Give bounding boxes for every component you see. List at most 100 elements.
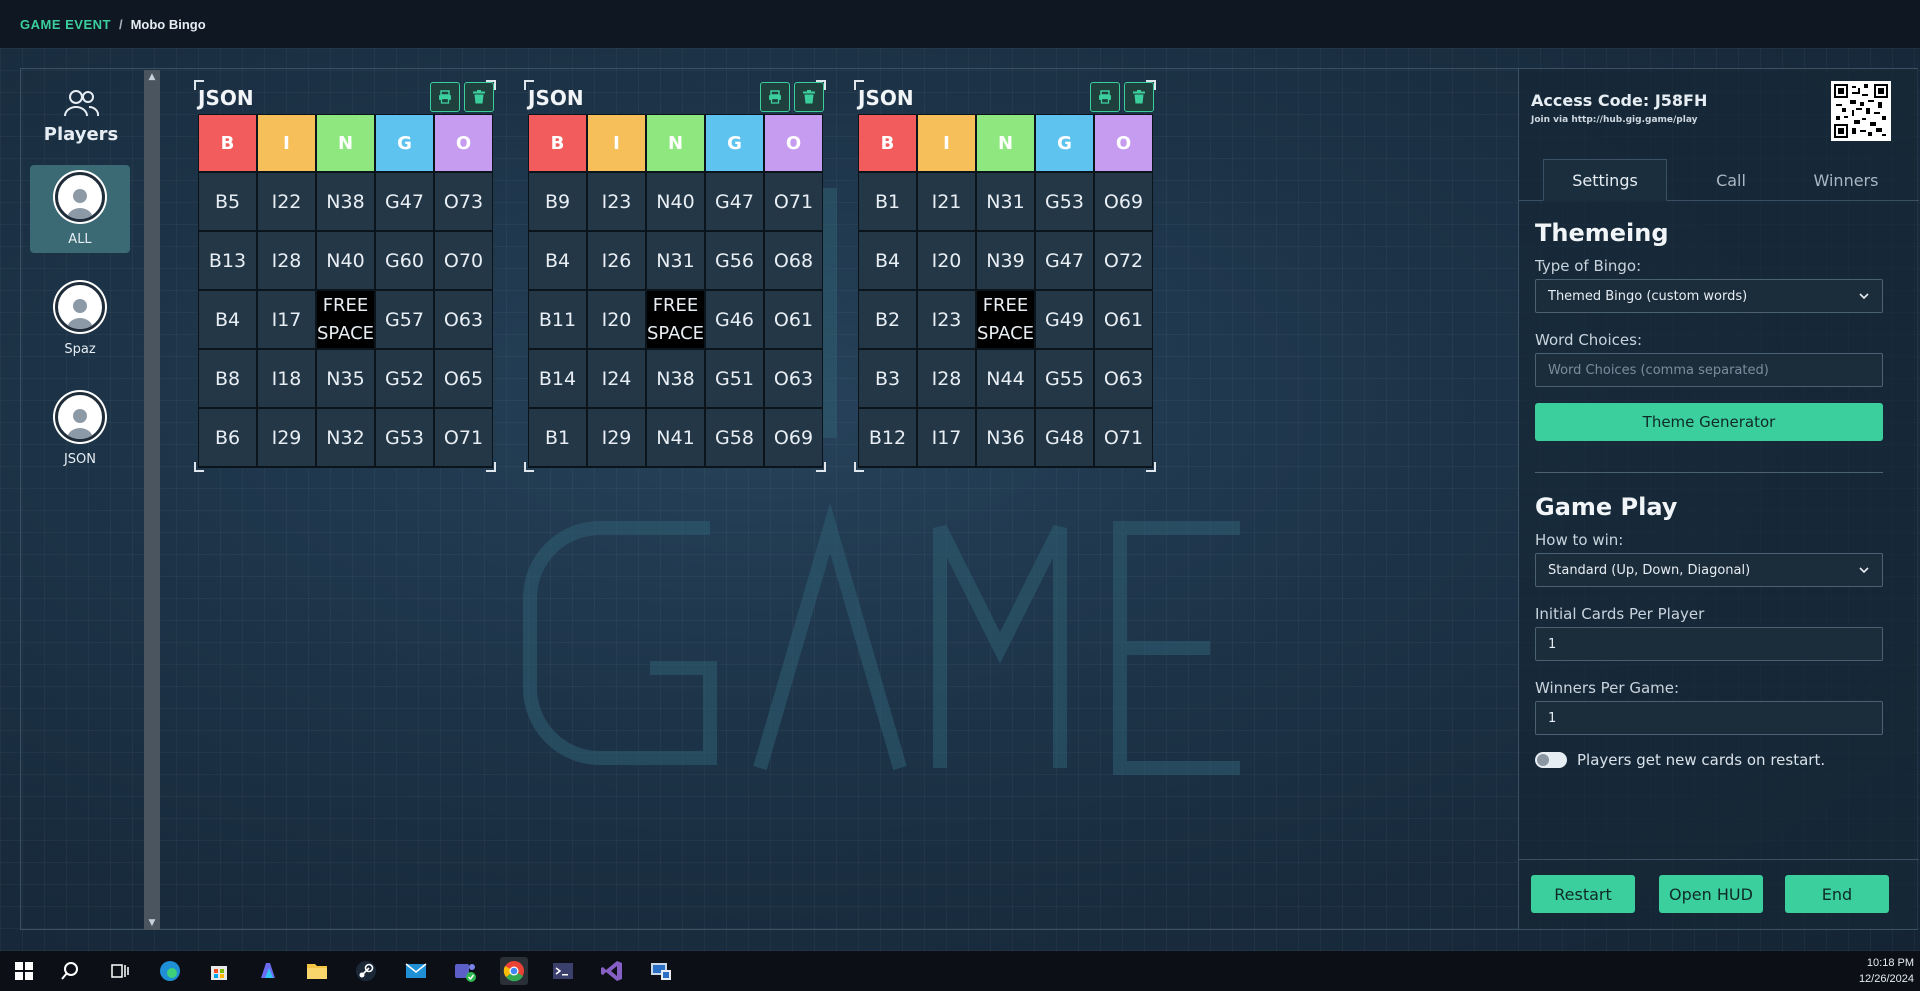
bingo-cell[interactable]: O72 <box>1094 231 1153 290</box>
scroll-down-arrow-icon[interactable]: ▼ <box>147 918 157 928</box>
bingo-cell[interactable]: G56 <box>705 231 764 290</box>
terminal-icon[interactable] <box>549 957 577 985</box>
bingo-cell[interactable]: I20 <box>587 290 646 349</box>
how-to-win-select[interactable]: Standard (Up, Down, Diagonal) <box>1535 553 1883 587</box>
bingo-cell[interactable]: B9 <box>528 172 587 231</box>
bingo-cell[interactable]: I29 <box>257 408 316 467</box>
bingo-cell[interactable]: G60 <box>375 231 434 290</box>
bingo-cell[interactable]: N31 <box>646 231 705 290</box>
end-button[interactable]: End <box>1785 875 1889 913</box>
bingo-cell[interactable]: I28 <box>917 349 976 408</box>
bingo-cell[interactable]: I23 <box>587 172 646 231</box>
bingo-cell[interactable]: O68 <box>764 231 823 290</box>
initial-cards-input[interactable]: 1 <box>1535 627 1883 661</box>
tab-winners[interactable]: Winners <box>1791 159 1901 201</box>
bingo-cell[interactable]: B1 <box>858 172 917 231</box>
bingo-cell[interactable]: O65 <box>434 349 493 408</box>
bingo-cell[interactable]: G55 <box>1035 349 1094 408</box>
bingo-cell[interactable]: B12 <box>858 408 917 467</box>
theme-generator-button[interactable]: Theme Generator <box>1535 403 1883 441</box>
bingo-cell[interactable]: N40 <box>316 231 375 290</box>
bingo-cell[interactable]: N31 <box>976 172 1035 231</box>
winners-per-game-input[interactable]: 1 <box>1535 701 1883 735</box>
teams-icon[interactable] <box>451 957 479 985</box>
bingo-cell[interactable]: G53 <box>375 408 434 467</box>
delete-card-button[interactable] <box>794 82 824 112</box>
bingo-cell[interactable]: N40 <box>646 172 705 231</box>
bingo-cell[interactable]: N39 <box>976 231 1035 290</box>
bingo-cell[interactable]: O69 <box>764 408 823 467</box>
steam-icon[interactable] <box>352 957 380 985</box>
bingo-cell[interactable]: O71 <box>1094 408 1153 467</box>
bingo-cell[interactable]: I28 <box>257 231 316 290</box>
bingo-cell[interactable]: G51 <box>705 349 764 408</box>
player-spaz[interactable]: Spaz <box>30 275 130 363</box>
bingo-cell[interactable]: B2 <box>858 290 917 349</box>
bingo-cell[interactable]: O70 <box>434 231 493 290</box>
restart-button[interactable]: Restart <box>1531 875 1635 913</box>
bingo-cell[interactable]: I26 <box>587 231 646 290</box>
remote-desktop-icon[interactable] <box>647 957 675 985</box>
bingo-cell[interactable]: G47 <box>1035 231 1094 290</box>
bingo-cell[interactable]: O73 <box>434 172 493 231</box>
windows-start-icon[interactable] <box>10 957 38 985</box>
bingo-cell[interactable]: N41 <box>646 408 705 467</box>
bingo-cell[interactable]: G52 <box>375 349 434 408</box>
bingo-cell[interactable]: G48 <box>1035 408 1094 467</box>
bingo-cell[interactable]: N35 <box>316 349 375 408</box>
bingo-cell[interactable]: B8 <box>198 349 257 408</box>
player-json[interactable]: JSON <box>30 385 130 473</box>
bingo-cell[interactable]: O63 <box>764 349 823 408</box>
bingo-cell[interactable]: G53 <box>1035 172 1094 231</box>
bingo-cell[interactable]: O63 <box>434 290 493 349</box>
bingo-cell[interactable]: O71 <box>764 172 823 231</box>
bingo-cell[interactable]: G47 <box>705 172 764 231</box>
print-card-button[interactable] <box>1090 82 1120 112</box>
bingo-cell[interactable]: I23 <box>917 290 976 349</box>
task-view-icon[interactable] <box>106 957 134 985</box>
bingo-cell[interactable]: O61 <box>764 290 823 349</box>
open-hud-button[interactable]: Open HUD <box>1659 875 1763 913</box>
file-explorer-icon[interactable] <box>303 957 331 985</box>
bingo-cell[interactable]: N38 <box>316 172 375 231</box>
bingo-cell[interactable]: O69 <box>1094 172 1153 231</box>
free-space-cell[interactable]: FREE SPACE <box>646 290 705 349</box>
bingo-cell[interactable]: I18 <box>257 349 316 408</box>
bingo-cell[interactable]: I24 <box>587 349 646 408</box>
search-icon[interactable] <box>56 957 84 985</box>
player-all[interactable]: ALL <box>30 165 130 253</box>
bingo-cell[interactable]: G47 <box>375 172 434 231</box>
bingo-cell[interactable]: I21 <box>917 172 976 231</box>
bingo-cell[interactable]: B13 <box>198 231 257 290</box>
print-card-button[interactable] <box>430 82 460 112</box>
bingo-cell[interactable]: G49 <box>1035 290 1094 349</box>
breadcrumb-section[interactable]: GAME EVENT <box>20 17 111 32</box>
mail-icon[interactable] <box>402 957 430 985</box>
new-cards-toggle[interactable] <box>1535 752 1567 768</box>
tab-settings[interactable]: Settings <box>1543 159 1667 201</box>
bingo-cell[interactable]: B11 <box>528 290 587 349</box>
bingo-cell[interactable]: I22 <box>257 172 316 231</box>
tab-call[interactable]: Call <box>1691 159 1771 201</box>
bingo-cell[interactable]: B5 <box>198 172 257 231</box>
bingo-cell[interactable]: O71 <box>434 408 493 467</box>
bingo-cell[interactable]: G46 <box>705 290 764 349</box>
copilot-icon[interactable] <box>254 957 282 985</box>
store-icon[interactable] <box>205 957 233 985</box>
bingo-cell[interactable]: O61 <box>1094 290 1153 349</box>
word-choices-input[interactable]: Word Choices (comma separated) <box>1535 353 1883 387</box>
bingo-cell[interactable]: I17 <box>917 408 976 467</box>
bingo-cell[interactable]: B4 <box>528 231 587 290</box>
bingo-cell[interactable]: B4 <box>198 290 257 349</box>
bingo-cell[interactable]: B4 <box>858 231 917 290</box>
bingo-cell[interactable]: N38 <box>646 349 705 408</box>
bingo-type-select[interactable]: Themed Bingo (custom words) <box>1535 279 1883 313</box>
bingo-cell[interactable]: N32 <box>316 408 375 467</box>
visual-studio-icon[interactable] <box>598 957 626 985</box>
bingo-cell[interactable]: B1 <box>528 408 587 467</box>
chrome-icon[interactable] <box>500 957 528 985</box>
bingo-cell[interactable]: B3 <box>858 349 917 408</box>
delete-card-button[interactable] <box>1124 82 1154 112</box>
free-space-cell[interactable]: FREE SPACE <box>316 290 375 349</box>
bingo-cell[interactable]: N36 <box>976 408 1035 467</box>
